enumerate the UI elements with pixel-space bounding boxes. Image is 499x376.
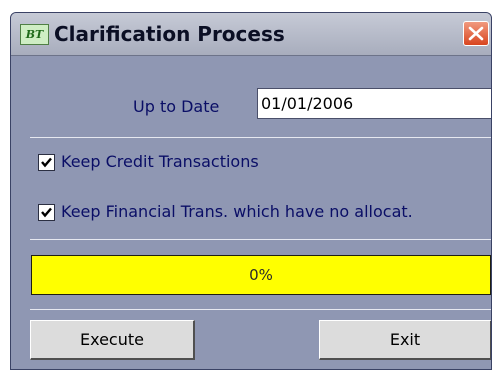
separator <box>30 239 491 240</box>
keep-credit-label: Keep Credit Transactions <box>61 152 259 171</box>
exit-button[interactable]: Exit <box>319 320 491 360</box>
progress-bar: 0% <box>31 255 491 295</box>
app-icon: BT <box>20 24 49 45</box>
separator <box>30 309 491 310</box>
close-icon <box>468 26 484 41</box>
up-to-date-input[interactable] <box>257 88 491 119</box>
close-button[interactable] <box>463 21 489 46</box>
up-to-date-label: Up to Date <box>133 97 220 116</box>
keep-credit-checkbox[interactable] <box>38 154 55 171</box>
keep-financial-label: Keep Financial Trans. which have no allo… <box>61 202 413 221</box>
window-title: Clarification Process <box>54 22 285 46</box>
separator <box>30 137 491 138</box>
checkmark-icon <box>41 157 52 168</box>
title-bar[interactable]: BT Clarification Process <box>11 13 491 56</box>
progress-percent: 0% <box>249 266 273 284</box>
execute-button[interactable]: Execute <box>30 320 195 360</box>
keep-financial-checkbox[interactable] <box>38 204 55 221</box>
dialog-window: BT Clarification Process Up to Date Keep… <box>10 12 492 370</box>
checkmark-icon <box>41 207 52 218</box>
